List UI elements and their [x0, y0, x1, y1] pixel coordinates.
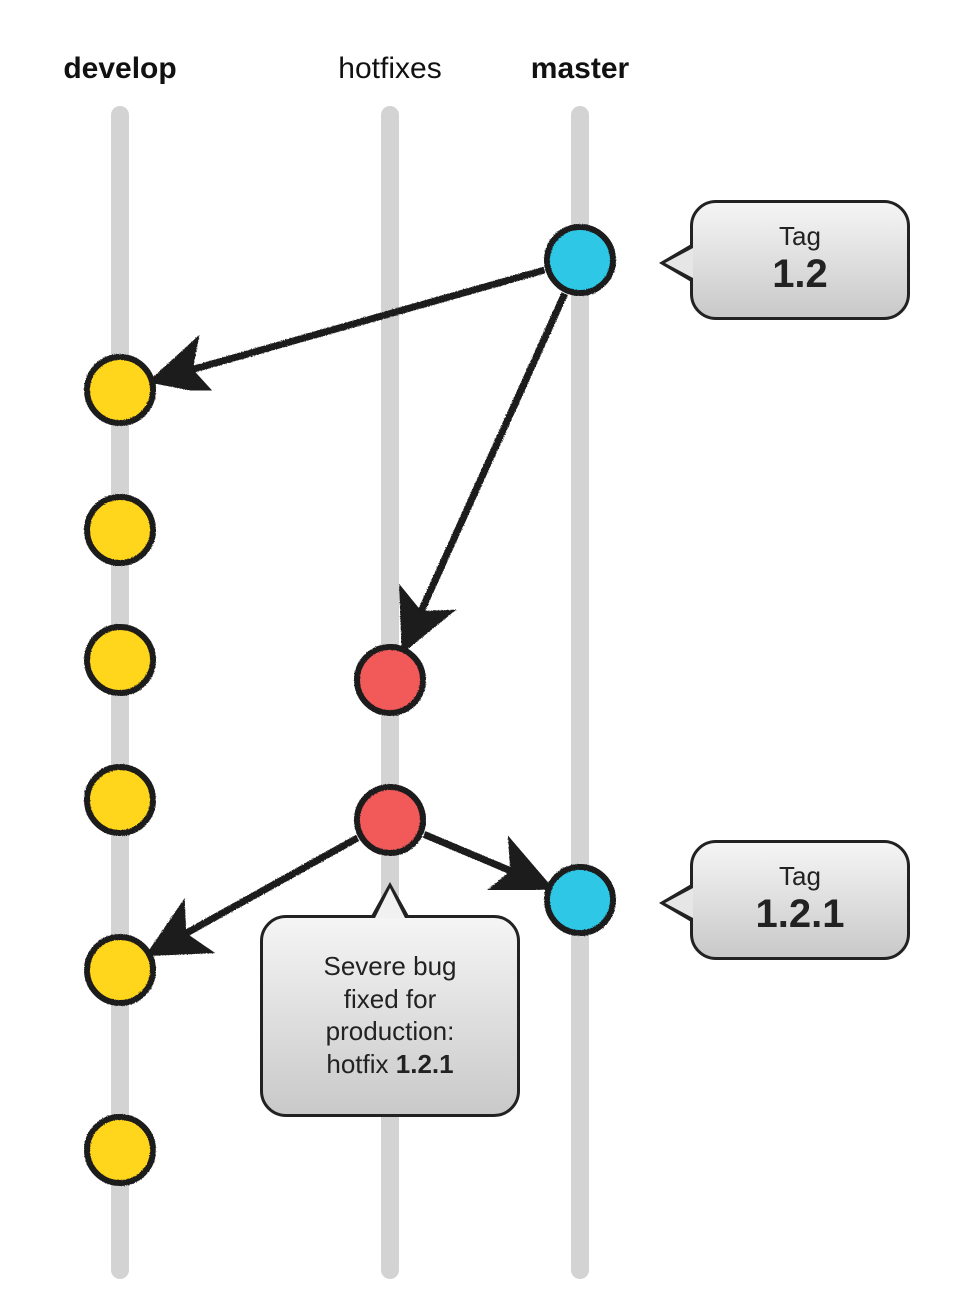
tag-callout-2: Tag 1.2.1	[690, 840, 910, 960]
note-line: hotfix 1.2.1	[283, 1048, 497, 1081]
commit-node	[87, 627, 153, 693]
callout-pointer-icon	[370, 882, 410, 918]
commit-edge	[424, 834, 544, 885]
callout-pointer-icon	[659, 883, 693, 923]
commit-node	[87, 497, 153, 563]
commit-node	[357, 787, 423, 853]
note-line: Severe bug	[283, 950, 497, 983]
tag-version: 1.2.1	[693, 894, 907, 934]
lane-label-develop: develop	[63, 52, 176, 86]
hotfix-note-callout: Severe bug fixed for production: hotfix …	[260, 915, 520, 1117]
commit-node	[547, 227, 613, 293]
tag-label: Tag	[693, 221, 907, 252]
lane-label-hotfixes: hotfixes	[338, 52, 441, 86]
commit-edge	[406, 294, 565, 645]
lane-label-master: master	[531, 52, 629, 86]
commit-node	[87, 1117, 153, 1183]
note-line: fixed for	[283, 983, 497, 1016]
commit-edge	[158, 270, 545, 379]
commit-node	[547, 867, 613, 933]
commit-node	[87, 357, 153, 423]
git-flow-diagram: develop hotfixes master Tag 1.2 Tag 1.2.…	[0, 0, 956, 1298]
tag-version: 1.2	[693, 254, 907, 294]
commit-node	[87, 937, 153, 1003]
commit-node	[357, 647, 423, 713]
tag-label: Tag	[693, 861, 907, 892]
callout-pointer-icon	[659, 243, 693, 283]
commit-node	[87, 767, 153, 833]
tag-callout-1: Tag 1.2	[690, 200, 910, 320]
note-line: production:	[283, 1015, 497, 1048]
